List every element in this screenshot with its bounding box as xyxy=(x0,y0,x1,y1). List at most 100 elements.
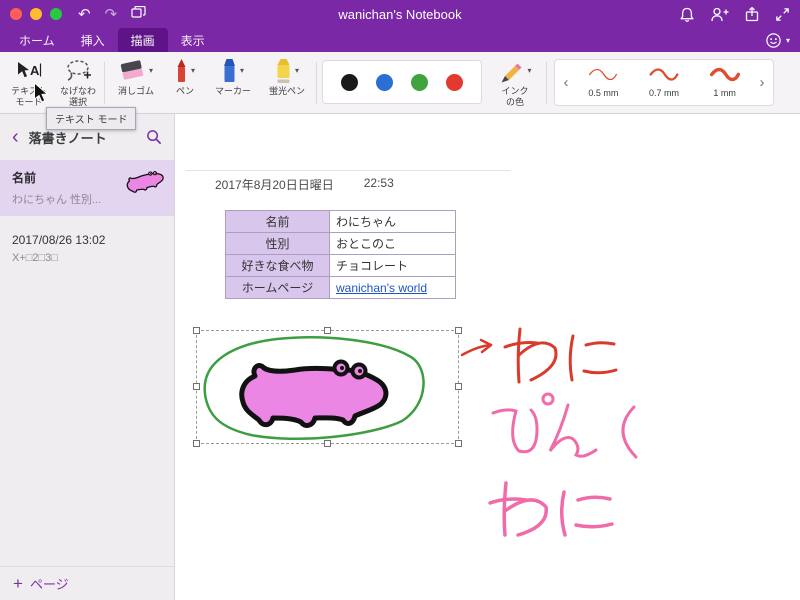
highlighter-button[interactable]: ▾ 蛍光ペン xyxy=(260,55,314,97)
tab-home[interactable]: ホーム xyxy=(6,28,68,52)
handwriting-wani-red[interactable] xyxy=(503,327,618,384)
page-datetime: 2017年8月20日日曜日 22:53 xyxy=(215,176,394,193)
tab-view[interactable]: 表示 xyxy=(168,28,218,52)
marker-label: マーカー xyxy=(214,86,251,96)
page-list-sidebar: ‹ 落書きノート 名前 わにちゃん 性別... 2017/08/26 13:02… xyxy=(0,114,175,600)
chevron-down-icon[interactable]: ▾ xyxy=(240,66,244,75)
table-header-cell: ホームページ xyxy=(225,276,330,299)
chevron-right-icon[interactable]: › xyxy=(755,74,769,91)
eraser-icon xyxy=(120,60,144,80)
table-header-cell: 好きな食べ物 xyxy=(225,254,330,277)
selection-handle-se[interactable] xyxy=(455,440,462,447)
undo-icon[interactable]: ↶ xyxy=(78,7,91,22)
handwriting-pinku-pink[interactable] xyxy=(491,392,638,459)
homepage-link[interactable]: wanichan's world xyxy=(336,281,427,295)
table-row: ホームページ wanichan's world xyxy=(225,276,456,299)
ink-color-palette xyxy=(322,60,482,104)
stroke-width-option-05[interactable]: 0.5 mm xyxy=(573,67,634,98)
mouse-cursor-icon xyxy=(34,82,49,103)
selection-handle-n[interactable] xyxy=(323,327,331,334)
stroke-wave-thick-icon xyxy=(709,67,740,82)
handwriting-wani-pink[interactable] xyxy=(488,481,614,537)
fullscreen-expand-icon[interactable] xyxy=(775,7,790,22)
table-value-cell[interactable]: わにちゃん xyxy=(329,210,456,233)
add-page-button[interactable]: + ページ xyxy=(0,566,174,600)
table-header-cell: 性別 xyxy=(225,232,330,255)
window-switcher-icon[interactable] xyxy=(131,5,146,22)
selection-handle-sw[interactable] xyxy=(193,440,200,447)
onenote-window: ↶ ↷ wanichan's Notebook ホーム 挿入 描画 表示 ▾ A… xyxy=(0,0,800,600)
stroke-width-label: 1 mm xyxy=(713,88,736,98)
share-notebook-people-icon[interactable] xyxy=(710,6,729,22)
minimize-window-button[interactable] xyxy=(30,8,42,20)
stroke-width-label: 0.7 mm xyxy=(649,88,680,98)
lasso-label-1: なげなわ xyxy=(59,86,96,96)
profile-table[interactable]: 名前 わにちゃん 性別 おとこのこ 好きな食べ物 チョコレート ホームページ w… xyxy=(225,210,456,299)
chevron-down-icon: ▾ xyxy=(785,35,790,45)
selection-handle-nw[interactable] xyxy=(193,327,200,334)
page-time: 22:53 xyxy=(363,176,394,190)
tooltip: テキスト モード xyxy=(46,107,137,130)
ink-color-blue[interactable] xyxy=(376,73,393,91)
chevron-left-icon[interactable]: ‹ xyxy=(559,74,573,91)
table-row: 性別 おとこのこ xyxy=(225,232,456,255)
redo-icon[interactable]: ↷ xyxy=(105,7,118,22)
table-value-cell[interactable]: チョコレート xyxy=(329,254,456,277)
stroke-width-option-07[interactable]: 0.7 mm xyxy=(634,67,695,98)
stroke-wave-medium-icon xyxy=(649,68,679,81)
table-value-cell[interactable]: おとこのこ xyxy=(329,232,456,255)
add-page-label: ページ xyxy=(29,577,69,592)
tab-draw[interactable]: 描画 xyxy=(117,28,168,52)
chevron-down-icon[interactable]: ▾ xyxy=(191,66,195,75)
marker-button[interactable]: ▾ マーカー xyxy=(206,55,260,97)
notifications-bell-icon[interactable] xyxy=(679,6,695,23)
table-row: 名前 わにちゃん xyxy=(225,210,456,233)
selection-handle-w[interactable] xyxy=(193,383,200,390)
marker-icon xyxy=(223,58,235,82)
ink-selection-box[interactable] xyxy=(193,327,462,447)
zoom-window-button[interactable] xyxy=(50,8,62,20)
page-list-item-selected[interactable]: 名前 わにちゃん 性別... xyxy=(0,160,174,216)
feedback-smiley[interactable]: ▾ xyxy=(765,28,790,52)
chevron-down-icon[interactable]: ▾ xyxy=(527,66,531,75)
ink-color-button[interactable]: ▾ インク の色 xyxy=(490,55,540,108)
selection-handle-s[interactable] xyxy=(323,440,331,447)
chevron-down-icon[interactable]: ▾ xyxy=(149,66,153,75)
page-date: 2017年8月20日日曜日 xyxy=(215,178,334,192)
share-sheet-icon[interactable] xyxy=(744,6,760,22)
ink-color-label-1: インク xyxy=(501,86,529,96)
page-preview-text: X+□2□3□ xyxy=(12,252,58,264)
selection-handle-ne[interactable] xyxy=(455,327,462,334)
table-row: 好きな食べ物 チョコレート xyxy=(225,254,456,277)
stroke-width-option-1[interactable]: 1 mm xyxy=(694,67,755,98)
titlebar: ↶ ↷ wanichan's Notebook xyxy=(0,0,800,28)
chevron-down-icon[interactable]: ▾ xyxy=(295,66,299,75)
table-header-cell: 名前 xyxy=(225,210,330,233)
ink-pencil-icon xyxy=(501,63,522,82)
window-controls xyxy=(10,8,62,20)
note-canvas[interactable]: 2017年8月20日日曜日 22:53 名前 わにちゃん 性別 おとこのこ 好き… xyxy=(175,114,800,600)
ink-color-red[interactable] xyxy=(446,73,463,91)
tab-insert[interactable]: 挿入 xyxy=(68,28,118,52)
close-window-button[interactable] xyxy=(10,8,22,20)
selection-handle-e[interactable] xyxy=(455,383,462,390)
back-chevron-icon[interactable]: ‹ xyxy=(12,127,19,147)
smiley-icon xyxy=(766,32,781,48)
highlighter-label: 蛍光ペン xyxy=(268,86,305,96)
page-preview-text: わにちゃん 性別... xyxy=(12,194,102,206)
ribbon-separator xyxy=(104,62,105,104)
ink-color-black[interactable] xyxy=(341,73,358,91)
page-title: 2017/08/26 13:02 xyxy=(12,233,106,247)
highlighter-icon xyxy=(277,58,290,83)
ink-color-label-2: の色 xyxy=(505,97,524,107)
red-arrow-drawing[interactable] xyxy=(460,338,493,357)
search-icon[interactable] xyxy=(146,129,162,145)
lasso-select-button[interactable]: なげなわ 選択 xyxy=(54,55,102,108)
ink-color-green[interactable] xyxy=(411,73,428,91)
eraser-button[interactable]: ▾ 消しゴム xyxy=(110,55,162,97)
ribbon-tab-bar: ホーム 挿入 描画 表示 ▾ xyxy=(0,28,800,52)
pen-button[interactable]: ▾ ペン xyxy=(164,55,206,97)
lasso-icon xyxy=(54,55,102,86)
eraser-label: 消しゴム xyxy=(117,86,154,96)
page-list-item[interactable]: 2017/08/26 13:02 X+□2□3□ xyxy=(0,224,174,273)
